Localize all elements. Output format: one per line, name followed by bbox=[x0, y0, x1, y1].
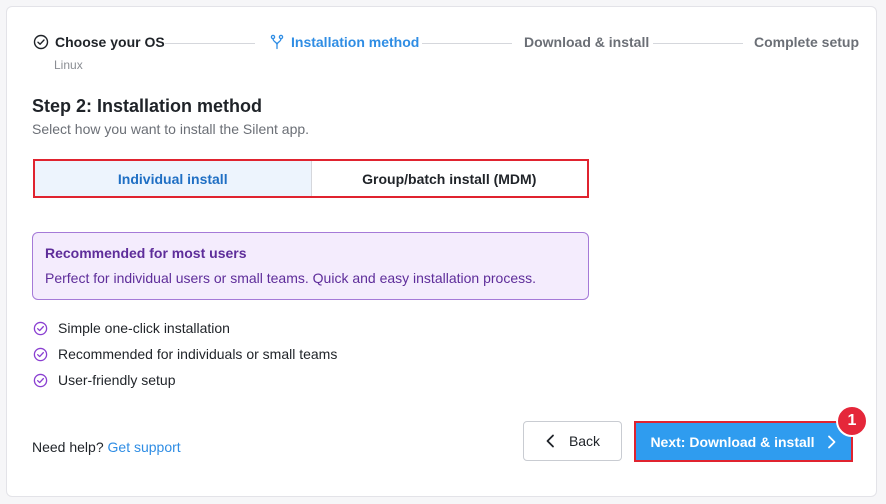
chevron-left-icon bbox=[545, 434, 555, 448]
step-installation-method[interactable]: Installation method bbox=[269, 34, 419, 50]
check-circle-icon bbox=[33, 321, 48, 336]
setup-wizard-card: Choose your OS Linux Installation method… bbox=[6, 6, 877, 497]
recommendation-title: Recommended for most users bbox=[45, 245, 247, 261]
feature-item: User-friendly setup bbox=[33, 367, 337, 393]
step-choose-os[interactable]: Choose your OS bbox=[33, 34, 165, 50]
step-number-badge: 1 bbox=[836, 405, 868, 437]
feature-label: User-friendly setup bbox=[58, 372, 176, 388]
step-label: Complete setup bbox=[754, 34, 860, 50]
step-connector bbox=[165, 43, 255, 44]
fork-icon bbox=[269, 34, 285, 50]
check-circle-icon bbox=[33, 373, 48, 388]
help-text: Need help? Get support bbox=[32, 439, 181, 455]
back-button[interactable]: Back bbox=[523, 421, 622, 461]
feature-list: Simple one-click installation Recommende… bbox=[33, 315, 337, 393]
stepper: Choose your OS Linux Installation method… bbox=[7, 7, 876, 87]
check-circle-icon bbox=[33, 34, 49, 50]
step-download-install[interactable]: Download & install bbox=[524, 34, 649, 50]
step-connector bbox=[653, 43, 743, 44]
back-label: Back bbox=[568, 433, 601, 449]
help-prompt: Need help? bbox=[32, 439, 104, 455]
step-sublabel: Linux bbox=[54, 58, 83, 72]
recommendation-box: Recommended for most users Perfect for i… bbox=[32, 232, 589, 300]
get-support-link[interactable]: Get support bbox=[108, 439, 181, 455]
step-label: Download & install bbox=[524, 34, 650, 50]
recommendation-body: Perfect for individual users or small te… bbox=[45, 270, 536, 286]
step-label: Choose your OS bbox=[55, 34, 165, 50]
next-label: Next: Download & install bbox=[650, 433, 815, 450]
feature-label: Recommended for individuals or small tea… bbox=[58, 346, 338, 362]
next-download-install-button[interactable]: Next: Download & install bbox=[634, 421, 853, 462]
feature-item: Simple one-click installation bbox=[33, 315, 337, 341]
install-method-toggle: Individual install Group/batch install (… bbox=[33, 159, 589, 198]
step-connector bbox=[422, 43, 512, 44]
chevron-right-icon bbox=[827, 435, 837, 449]
step-complete-setup[interactable]: Complete setup bbox=[754, 34, 859, 50]
feature-item: Recommended for individuals or small tea… bbox=[33, 341, 337, 367]
check-circle-icon bbox=[33, 347, 48, 362]
feature-label: Simple one-click installation bbox=[58, 320, 230, 336]
page-title: Step 2: Installation method bbox=[32, 96, 263, 116]
step-label: Installation method bbox=[291, 34, 420, 50]
page-subtitle: Select how you want to install the Silen… bbox=[32, 121, 310, 137]
group-batch-install-option[interactable]: Group/batch install (MDM) bbox=[311, 161, 587, 196]
individual-install-option[interactable]: Individual install bbox=[35, 161, 312, 196]
